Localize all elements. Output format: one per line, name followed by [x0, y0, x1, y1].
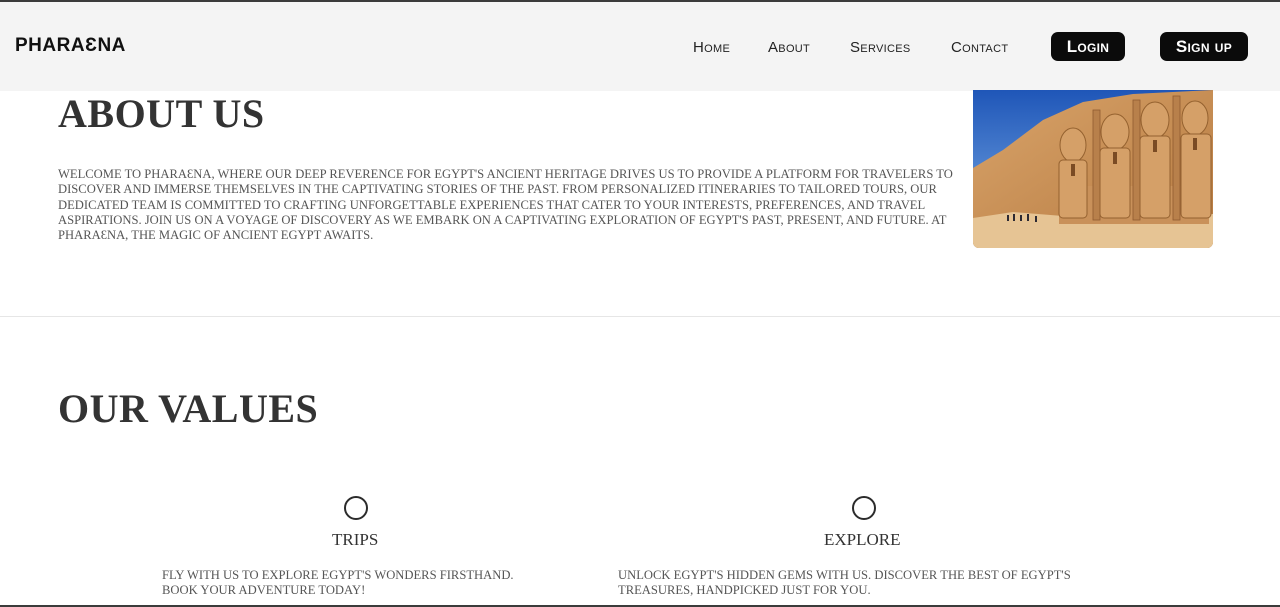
nav-link-services[interactable]: Services [850, 39, 911, 56]
about-title: ABOUT US [58, 91, 265, 136]
signup-button[interactable]: Sign up [1160, 32, 1248, 61]
value-text: Fly with us to explore Egypt's wonders f… [162, 568, 514, 597]
abu-simbel-temple-image [973, 90, 1213, 248]
nav-link-about[interactable]: About [768, 39, 810, 56]
nav-link-home[interactable]: Home [693, 39, 730, 56]
value-text: Unlock Egypt's hidden gems with us. Disc… [618, 568, 1071, 597]
circle-icon [852, 496, 876, 520]
nav-link-contact[interactable]: Contact [951, 39, 1008, 56]
navbar: PHARAƐNA Home About Services Contact Log… [0, 2, 1280, 91]
about-text: Welcome to Pharaɛna, where our deep reve… [58, 167, 953, 243]
login-button[interactable]: Login [1051, 32, 1125, 61]
section-divider [0, 316, 1280, 317]
values-title: OUR VALUES [58, 386, 319, 431]
circle-icon [344, 496, 368, 520]
brand-logo[interactable]: PHARAƐNA [15, 35, 126, 57]
value-title: EXPLORE [824, 530, 901, 549]
value-title: TRIPS [332, 530, 379, 549]
